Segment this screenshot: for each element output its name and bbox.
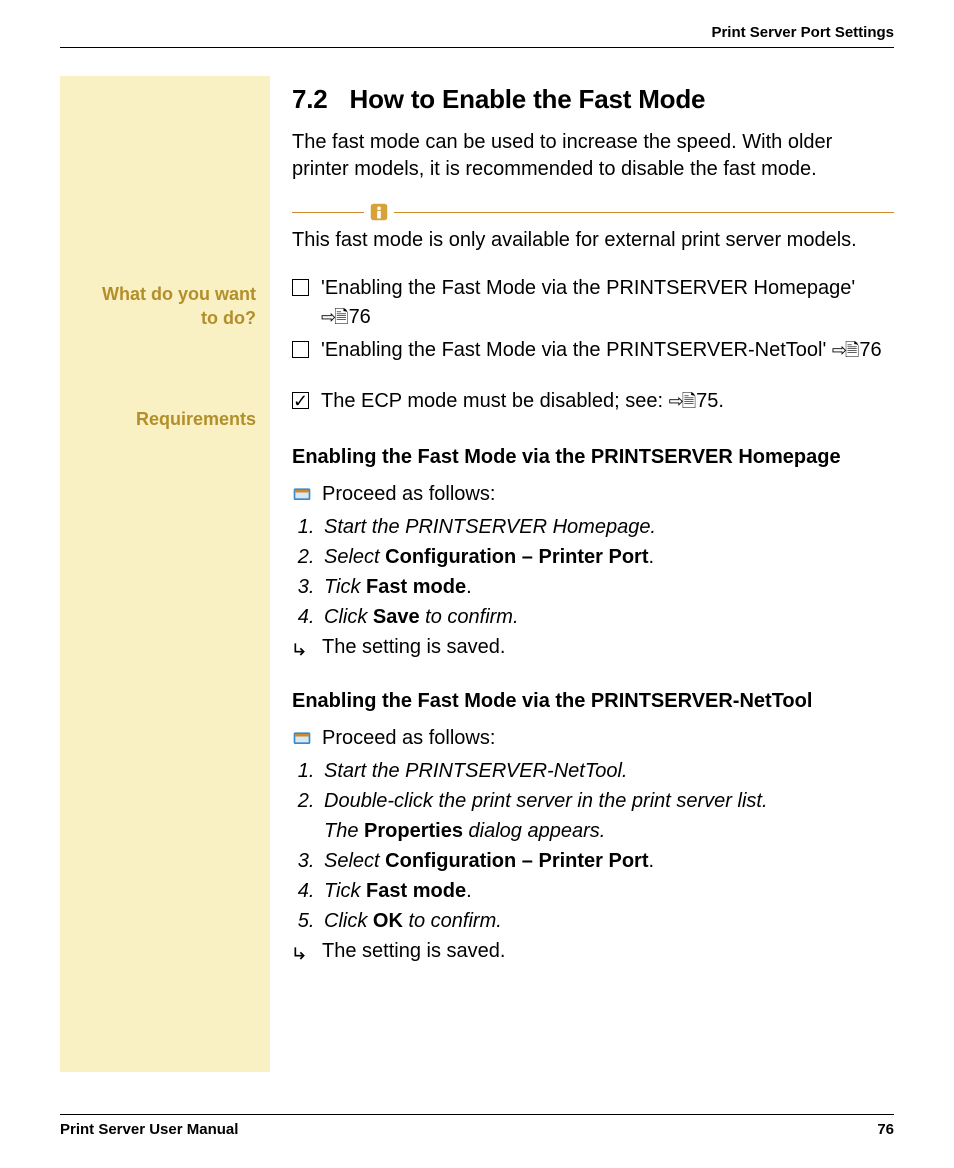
requirement-item: The ECP mode must be disabled; see: ⇨🗎75… bbox=[292, 387, 894, 416]
steps-list: Start the PRINTSERVER Homepage. Select C… bbox=[292, 512, 894, 632]
result-text: The setting is saved. bbox=[322, 940, 505, 963]
sidebar-label-todo: What do you want to do? bbox=[72, 282, 256, 331]
result-line: The setting is saved. bbox=[292, 940, 894, 964]
todo-item-text: 'Enabling the Fast Mode via the PRINTSER… bbox=[321, 339, 826, 361]
section-number: 7.2 bbox=[292, 84, 328, 114]
footer-divider bbox=[60, 1114, 894, 1115]
result-line: The setting is saved. bbox=[292, 636, 894, 660]
result-text: The setting is saved. bbox=[322, 636, 505, 659]
sidebar-label-line1: What do you want bbox=[102, 284, 256, 304]
page-header: Print Server Port Settings bbox=[60, 24, 894, 47]
requirements-list: The ECP mode must be disabled; see: ⇨🗎75… bbox=[292, 387, 894, 416]
steps-list: Start the PRINTSERVER-NetTool. Double-cl… bbox=[292, 756, 894, 936]
page-ref-number: 75 bbox=[696, 387, 718, 416]
section-intro: The fast mode can be used to increase th… bbox=[292, 129, 894, 183]
proceed-line: Proceed as follows: bbox=[292, 483, 894, 506]
header-divider bbox=[60, 47, 894, 48]
step: Start the PRINTSERVER-NetTool. bbox=[320, 756, 894, 786]
procedure-heading: Enabling the Fast Mode via the PRINTSERV… bbox=[292, 690, 894, 713]
result-arrow-icon bbox=[292, 640, 312, 660]
step: Start the PRINTSERVER Homepage. bbox=[320, 512, 894, 542]
footer-manual-name: Print Server User Manual bbox=[60, 1121, 238, 1138]
procedure-heading: Enabling the Fast Mode via the PRINTSERV… bbox=[292, 446, 894, 469]
proceed-icon bbox=[292, 485, 312, 505]
checkbox-icon bbox=[292, 341, 309, 358]
page-ref-icon: ⇨🗎 bbox=[832, 337, 858, 363]
note-text: This fast mode is only available for ext… bbox=[292, 229, 894, 252]
note-divider bbox=[292, 201, 894, 223]
page-ref-number: 76 bbox=[349, 303, 371, 332]
page-ref-icon: ⇨🗎 bbox=[669, 388, 695, 414]
page-ref-number: 76 bbox=[859, 336, 881, 365]
todo-item: 'Enabling the Fast Mode via the PRINTSER… bbox=[292, 274, 894, 332]
step: Double-click the print server in the pri… bbox=[320, 786, 894, 846]
info-icon bbox=[368, 201, 390, 223]
step: Tick Fast mode. bbox=[320, 572, 894, 602]
page-footer: Print Server User Manual 76 bbox=[60, 1114, 894, 1138]
checked-checkbox-icon bbox=[292, 392, 309, 409]
step: Tick Fast mode. bbox=[320, 876, 894, 906]
requirement-text: The ECP mode must be disabled; see: bbox=[321, 390, 663, 412]
page-ref-icon: ⇨🗎 bbox=[321, 304, 347, 330]
step: Click Save to confirm. bbox=[320, 602, 894, 632]
checkbox-icon bbox=[292, 279, 309, 296]
section-heading: 7.2 How to Enable the Fast Mode bbox=[292, 84, 894, 115]
proceed-text: Proceed as follows: bbox=[322, 483, 495, 506]
section-title: How to Enable the Fast Mode bbox=[350, 84, 706, 114]
todo-item-text: 'Enabling the Fast Mode via the PRINTSER… bbox=[321, 277, 855, 299]
todo-list: 'Enabling the Fast Mode via the PRINTSER… bbox=[292, 274, 894, 365]
main-content: 7.2 How to Enable the Fast Mode The fast … bbox=[270, 76, 894, 964]
sidebar-label-requirements: Requirements bbox=[72, 407, 256, 431]
proceed-line: Proceed as follows: bbox=[292, 727, 894, 750]
footer-page-number: 76 bbox=[877, 1121, 894, 1138]
page-ref[interactable]: ⇨🗎75 bbox=[669, 387, 719, 416]
page-ref[interactable]: ⇨🗎76 bbox=[832, 336, 882, 365]
proceed-icon bbox=[292, 729, 312, 749]
step: Select Configuration – Printer Port. bbox=[320, 542, 894, 572]
sidebar-label-line2: to do? bbox=[201, 308, 256, 328]
result-arrow-icon bbox=[292, 944, 312, 964]
todo-item: 'Enabling the Fast Mode via the PRINTSER… bbox=[292, 336, 894, 365]
step: Select Configuration – Printer Port. bbox=[320, 846, 894, 876]
step: Click OK to confirm. bbox=[320, 906, 894, 936]
sidebar: What do you want to do? Requirements bbox=[60, 76, 270, 1072]
page-ref[interactable]: ⇨🗎76 bbox=[321, 303, 371, 332]
proceed-text: Proceed as follows: bbox=[322, 727, 495, 750]
